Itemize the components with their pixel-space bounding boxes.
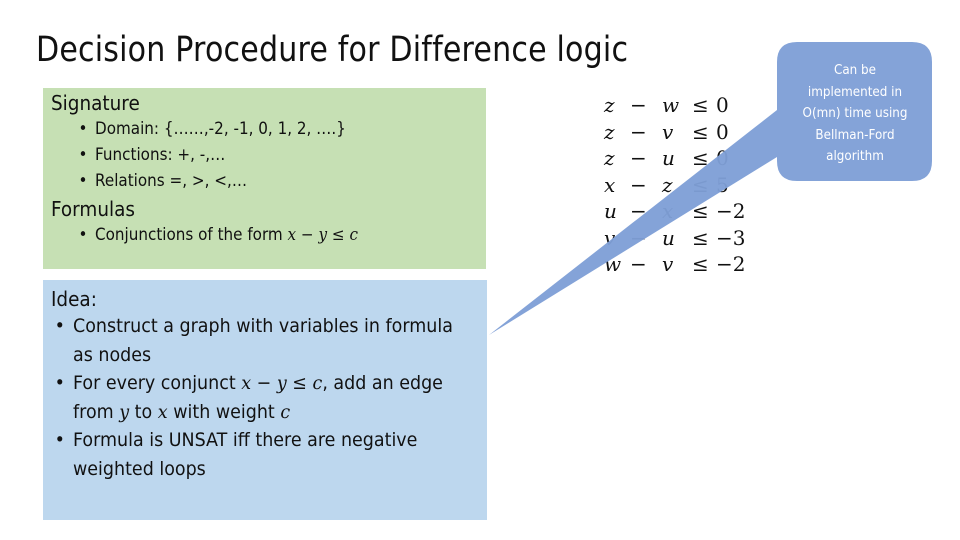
constraint-minus: − — [630, 199, 647, 223]
constraint-rhs: v — [662, 119, 674, 144]
math-var-y: y — [318, 225, 328, 244]
formulas-item-text: Conjunctions of the form — [95, 225, 288, 244]
constraint-const: −3 — [716, 225, 746, 250]
constraint-lhs: z — [604, 119, 615, 144]
math-le: ≤ — [331, 225, 345, 244]
idea-box: Idea: Construct a graph with variables i… — [43, 280, 487, 520]
math-var-x: x — [287, 225, 297, 244]
signature-box: Signature Domain: {……,-2, -1, 0, 1, 2, …… — [43, 88, 486, 269]
callout-line: Can be — [833, 63, 877, 78]
idea-heading: Idea: — [51, 287, 97, 311]
math-var-c: c — [312, 372, 323, 394]
math-minus: − — [300, 225, 314, 244]
constraint-minus: − — [630, 119, 647, 144]
constraint-lhs: z — [604, 93, 615, 117]
math-var-y: y — [276, 372, 287, 394]
callout-line: algorithm — [826, 149, 884, 164]
conjunct-expression: x − y ≤ c — [241, 372, 322, 394]
math-var-y: y — [119, 400, 130, 423]
constraint-minus: − — [630, 225, 647, 250]
math-le: ≤ — [292, 372, 307, 394]
constraint-rhs: w — [662, 93, 680, 117]
callout-line: O(mn) time using — [802, 106, 908, 121]
signature-heading: Signature — [51, 91, 140, 115]
math-var-c: c — [349, 225, 358, 244]
math-minus: − — [256, 372, 272, 394]
constraint-rhs: u — [662, 146, 675, 170]
constraint-le: ≤ — [692, 252, 709, 276]
constraint-rhs: v — [662, 252, 674, 276]
formulas-list: Conjunctions of the form x − y ≤ c — [51, 222, 478, 248]
math-var-x: x — [241, 372, 252, 394]
idea-text: For every conjunct — [73, 372, 242, 394]
constraint-lhs: z — [604, 146, 615, 170]
constraint-le: ≤ — [692, 93, 709, 117]
idea-item-add-edge: For every conjunct x − y ≤ c, add an edg… — [55, 369, 478, 426]
callout-line: Bellman-Ford — [815, 127, 895, 143]
constraint-le: ≤ — [692, 146, 709, 170]
constraint-lhs: x — [604, 172, 616, 197]
constraint-le: ≤ — [692, 172, 709, 197]
idea-item-construct-graph: Construct a graph with variables in form… — [55, 312, 478, 369]
math-var-c: c — [280, 400, 291, 423]
constraint-const: 0 — [716, 93, 729, 117]
idea-item-unsat: Formula is UNSAT iff there are negative … — [55, 426, 478, 483]
constraint-rhs: z — [662, 172, 673, 197]
constraint-lhs: u — [604, 199, 617, 223]
constraint-rhs: x — [662, 199, 674, 223]
constraint-minus: − — [630, 252, 647, 276]
signature-item-functions: Functions: +, -,… — [78, 142, 447, 168]
math-var-x: x — [157, 400, 168, 423]
constraint-rhs: u — [662, 225, 675, 250]
constraint-const: −2 — [716, 199, 746, 223]
idea-text: to — [129, 400, 158, 423]
slide-title: Decision Procedure for Difference logic — [36, 30, 629, 70]
constraint-le: ≤ — [692, 119, 709, 144]
constraint-lhs: w — [604, 252, 622, 276]
callout-line: implemented in — [807, 84, 903, 100]
formulas-item: Conjunctions of the form x − y ≤ c — [78, 222, 447, 248]
signature-item-domain: Domain: {……,-2, -1, 0, 1, 2, ….} — [78, 116, 447, 142]
signature-list: Domain: {……,-2, -1, 0, 1, 2, ….} Functio… — [51, 116, 478, 194]
constraint-const: 5 — [716, 172, 729, 197]
constraint-minus: − — [630, 146, 647, 170]
constraint-lhs: v — [604, 225, 616, 250]
idea-text: with weight — [167, 400, 281, 423]
formula-expression: x − y ≤ c — [288, 225, 358, 244]
constraint-const: −2 — [716, 252, 746, 276]
constraint-const: 0 — [716, 119, 729, 144]
formulas-heading: Formulas — [51, 197, 135, 221]
constraint-const: 0 — [716, 146, 729, 170]
signature-item-relations: Relations =, >, <,… — [78, 168, 447, 194]
constraint-le: ≤ — [692, 225, 709, 250]
idea-list: Construct a graph with variables in form… — [51, 312, 479, 483]
constraint-le: ≤ — [692, 199, 709, 223]
callout-text: Can be implemented in O(mn) time using B… — [779, 60, 931, 168]
constraint-minus: − — [630, 93, 647, 117]
constraint-minus: − — [630, 172, 647, 197]
